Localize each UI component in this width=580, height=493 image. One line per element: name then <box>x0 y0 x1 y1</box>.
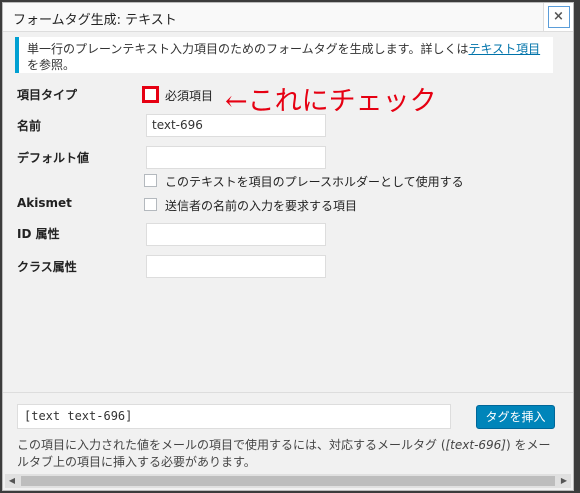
akismet-checkbox[interactable] <box>144 198 157 211</box>
footer-separator <box>3 392 573 393</box>
notice-suffix: を参照。 <box>27 58 76 72</box>
scroll-thumb[interactable] <box>21 476 555 486</box>
close-icon[interactable]: × <box>547 6 570 28</box>
placeholder-option-label: このテキストを項目のプレースホルダーとして使用する <box>165 175 464 189</box>
id-attribute-input[interactable] <box>146 223 326 246</box>
scroll-right-icon[interactable]: ▶ <box>557 474 571 488</box>
required-checkbox[interactable] <box>142 86 159 103</box>
field-type-label: 項目タイプ <box>17 88 78 102</box>
placeholder-checkbox[interactable] <box>144 174 157 187</box>
description-notice: 単一行のプレーンテキスト入力項目のためのフォームタグを生成します。詳しくはテキス… <box>15 37 553 73</box>
dialog-title: フォームタグ生成: テキスト <box>13 13 177 28</box>
required-label: 必須項目 <box>165 89 214 103</box>
name-label: 名前 <box>17 119 42 133</box>
scroll-left-icon[interactable]: ◀ <box>5 474 19 488</box>
mail-tag-note: この項目に入力された値をメールの項目で使用するには、対応するメールタグ ([te… <box>17 437 557 471</box>
id-attribute-label: ID 属性 <box>17 227 60 241</box>
tag-generator-dialog: フォームタグ生成: テキスト × 単一行のプレーンテキスト入力項目のためのフォー… <box>2 2 574 491</box>
note-mail-tag: [text-696] <box>445 438 507 452</box>
dialog-titlebar: フォームタグ生成: テキスト × <box>3 3 573 32</box>
class-attribute-label: クラス属性 <box>17 260 77 274</box>
note-before: この項目に入力された値をメールの項目で使用するには、対応するメールタグ ( <box>17 438 446 452</box>
horizontal-scrollbar[interactable]: ◀ ▶ <box>5 474 571 488</box>
class-attribute-input[interactable] <box>146 255 326 278</box>
notice-text: 単一行のプレーンテキスト入力項目のためのフォームタグを生成します。詳しくは <box>27 42 469 56</box>
insert-tag-button[interactable]: タグを挿入 <box>476 405 555 429</box>
text-field-link[interactable]: テキスト項目 <box>468 42 540 56</box>
generated-tag-field[interactable]: [text text-696] <box>17 404 451 429</box>
name-input[interactable]: text-696 <box>146 114 326 137</box>
akismet-label: Akismet <box>17 196 72 210</box>
akismet-option-label: 送信者の名前の入力を要求する項目 <box>165 199 358 213</box>
default-value-label: デフォルト値 <box>17 151 90 165</box>
close-button[interactable]: × <box>543 3 573 31</box>
annotation-text: ←これにチェック <box>225 86 437 117</box>
default-value-input[interactable] <box>146 146 326 169</box>
